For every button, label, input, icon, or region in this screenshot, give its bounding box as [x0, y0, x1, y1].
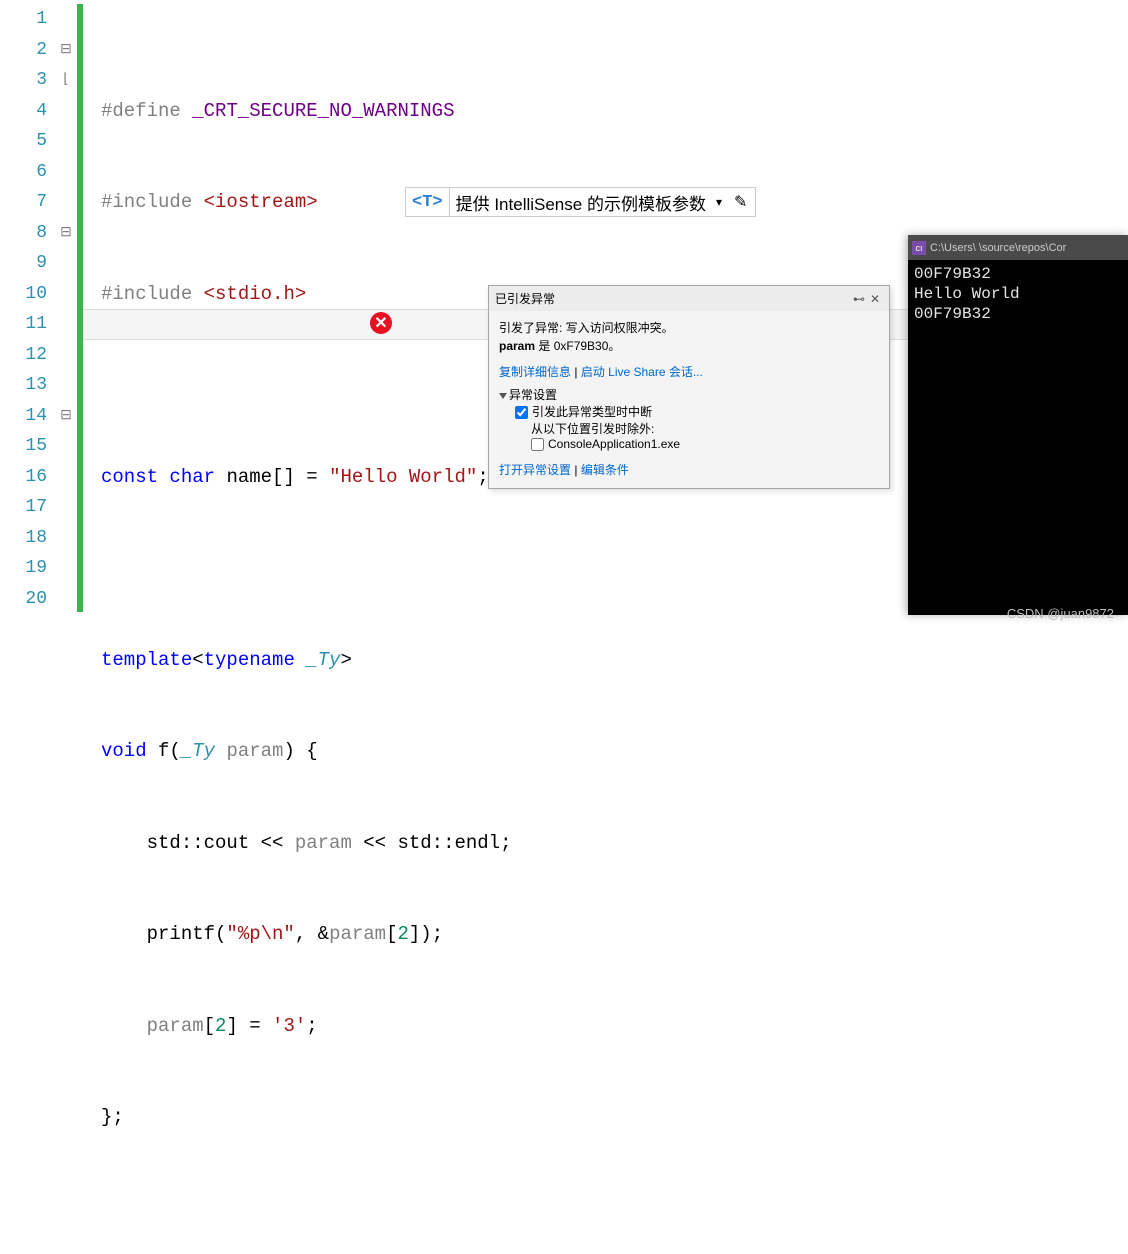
exception-settings-header: 异常设置	[509, 388, 557, 402]
exception-popup-header: 已引发异常 ⊷ ✕	[489, 286, 889, 311]
exception-popup: 已引发异常 ⊷ ✕ 引发了异常: 写入访问权限冲突。 param 是 0xF79…	[488, 285, 890, 489]
chevron-down-icon[interactable]	[499, 393, 507, 399]
watermark: CSDN @juan9872	[1007, 606, 1114, 621]
vs-app-icon: cı	[912, 241, 926, 255]
edit-pencil-icon[interactable]: ✎	[726, 192, 755, 212]
console-output: 00F79B32 Hello World 00F79B32	[908, 260, 1128, 328]
console-path: C:\Users\ \source\repos\Cor	[930, 242, 1066, 254]
line-number-gutter: 1234567891011121314151617181920	[0, 0, 55, 627]
edit-conditions-link[interactable]: 编辑条件	[581, 463, 629, 477]
exception-title: 已引发异常	[495, 290, 851, 307]
live-share-link[interactable]: 启动 Live Share 会话...	[581, 365, 703, 379]
template-t-icon: <T>	[406, 188, 450, 216]
close-icon[interactable]: ✕	[867, 292, 883, 306]
exception-param-info: param 是 0xF79B30。	[499, 337, 879, 355]
fold-margin[interactable]: ⊟⌊⊟⊟	[55, 0, 77, 627]
chevron-down-icon[interactable]: ▾	[712, 195, 726, 209]
exception-message: 引发了异常: 写入访问权限冲突。	[499, 319, 879, 337]
error-stop-icon: ✕	[370, 312, 392, 334]
copy-details-link[interactable]: 复制详细信息	[499, 365, 571, 379]
except-from-label: 从以下位置引发时除外:	[499, 420, 879, 437]
console-title-bar[interactable]: cı C:\Users\ \source\repos\Cor	[908, 235, 1128, 260]
console-window: cı C:\Users\ \source\repos\Cor 00F79B32 …	[908, 235, 1128, 615]
open-exception-settings-link[interactable]: 打开异常设置	[499, 463, 571, 477]
break-on-exception-checkbox[interactable]: 引发此异常类型时中断	[499, 403, 879, 420]
intellisense-template-tip[interactable]: <T> 提供 IntelliSense 的示例模板参数 ▾ ✎	[405, 187, 756, 217]
pin-icon[interactable]: ⊷	[851, 292, 867, 306]
except-app-checkbox[interactable]: ConsoleApplication1.exe	[499, 437, 879, 451]
template-tip-text: 提供 IntelliSense 的示例模板参数	[450, 190, 712, 215]
